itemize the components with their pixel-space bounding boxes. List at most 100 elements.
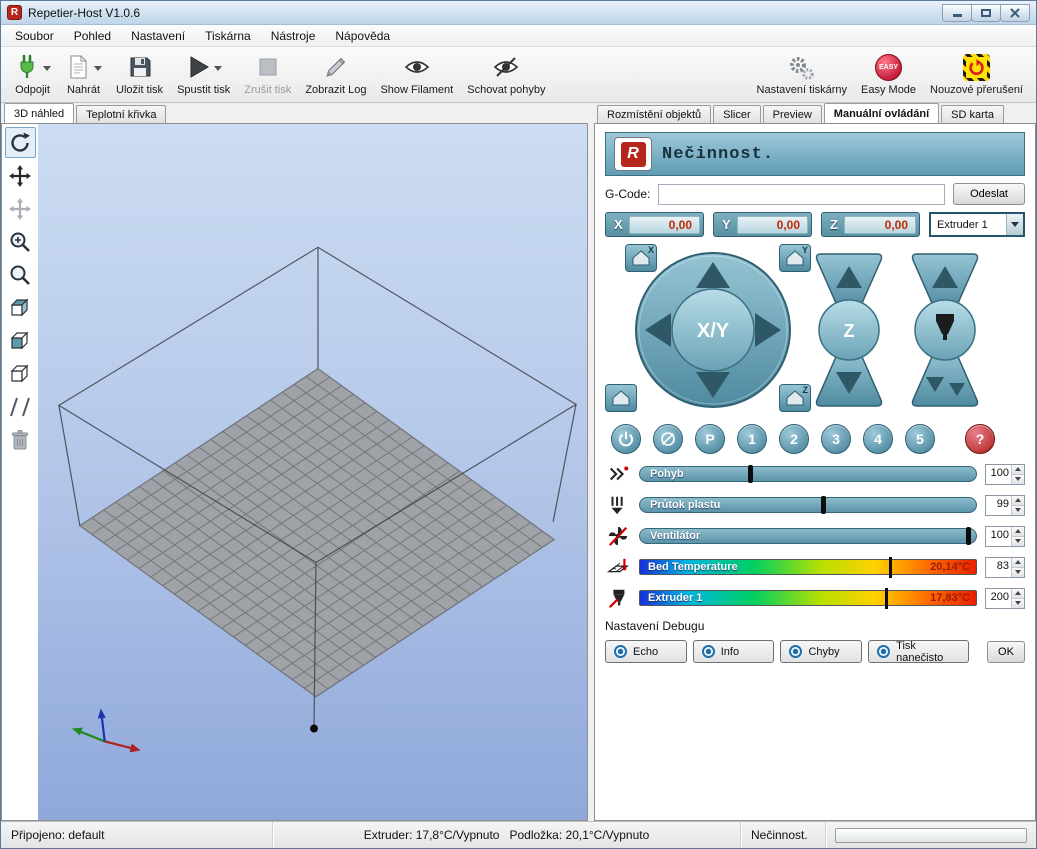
titlebar[interactable]: R Repetier-Host V1.0.6	[1, 1, 1036, 25]
menu-soubor[interactable]: Soubor	[5, 26, 64, 46]
flow-slider[interactable]: Průtok plastu	[639, 497, 977, 513]
emergency-stop-button[interactable]: Nouzové přerušení	[923, 49, 1030, 100]
x-position-value: 0,00	[629, 216, 700, 234]
progress-bar	[835, 828, 1027, 843]
fan-slider[interactable]: Ventilátor	[639, 528, 977, 544]
toolbar-label: Nahrát	[67, 84, 100, 96]
debug-errors-button[interactable]: Chyby	[780, 640, 862, 663]
help-button[interactable]: ?	[965, 424, 995, 454]
tab-manualni-ovladani[interactable]: Manuální ovládání	[824, 103, 939, 123]
send-button[interactable]: Odeslat	[953, 183, 1025, 205]
minimize-button[interactable]	[942, 4, 972, 22]
flow-spinner[interactable]: 99	[985, 495, 1025, 516]
quick-button-5[interactable]: 5	[905, 424, 935, 454]
close-button[interactable]	[1000, 4, 1030, 22]
parallel-projection-button[interactable]	[5, 391, 36, 422]
slider-thumb[interactable]	[821, 496, 826, 514]
maximize-button[interactable]	[971, 4, 1001, 22]
show-filament-button[interactable]: Show Filament	[373, 49, 460, 100]
spin-down[interactable]	[1012, 475, 1024, 484]
bed-temp-bar[interactable]: Bed Temperature 20,14°C	[639, 559, 977, 575]
easy-mode-button[interactable]: EASY Easy Mode	[854, 49, 923, 100]
extruder-temp-spinner[interactable]: 200	[985, 588, 1025, 609]
printer-settings-button[interactable]: Nastavení tiskárny	[750, 49, 854, 100]
spin-down[interactable]	[1012, 537, 1024, 546]
debug-ok-button[interactable]: OK	[987, 641, 1025, 663]
slider-thumb[interactable]	[748, 465, 753, 483]
3d-viewport[interactable]	[38, 124, 587, 820]
spin-up[interactable]	[1012, 465, 1024, 475]
quick-button-2[interactable]: 2	[779, 424, 809, 454]
park-button[interactable]: P	[695, 424, 725, 454]
chevron-down-icon[interactable]	[1006, 214, 1023, 235]
bed-temp-row: Bed Temperature 20,14°C 83	[605, 555, 1025, 579]
fan-toggle-button[interactable]	[653, 424, 683, 454]
menu-tiskarna[interactable]: Tiskárna	[195, 26, 261, 46]
power-button[interactable]	[611, 424, 641, 454]
radio-icon	[877, 645, 890, 658]
zoom-in-button[interactable]	[5, 226, 36, 257]
menubar: Soubor Pohled Nastavení Tiskárna Nástroj…	[1, 25, 1036, 47]
top-view-button[interactable]	[5, 358, 36, 389]
disconnect-button[interactable]: Odpojit	[7, 49, 58, 100]
temperature-status: Extruder: 17,8°C/Vypnuto Podložka: 20,1°…	[364, 828, 650, 842]
gcode-input[interactable]	[658, 184, 945, 205]
front-view-button[interactable]	[5, 325, 36, 356]
spin-up[interactable]	[1012, 496, 1024, 506]
main-toolbar: Odpojit Nahrát Uložit tisk Spustit tisk	[1, 47, 1036, 103]
plug-icon	[14, 54, 40, 80]
tab-teplotni-krivka[interactable]: Teplotní křivka	[76, 105, 166, 123]
temp-marker[interactable]	[889, 557, 892, 578]
move-viewpoint-button[interactable]	[5, 193, 36, 224]
tab-rozmisteni-objektu[interactable]: Rozmístění objektů	[597, 105, 711, 123]
chevron-down-icon[interactable]	[214, 66, 222, 71]
tab-sd-karta[interactable]: SD karta	[941, 105, 1004, 123]
menu-napoveda[interactable]: Nápověda	[325, 26, 400, 46]
tab-preview[interactable]: Preview	[763, 105, 822, 123]
save-print-button[interactable]: Uložit tisk	[109, 49, 170, 100]
fan-spinner[interactable]: 100	[985, 526, 1025, 547]
quick-button-1[interactable]: 1	[737, 424, 767, 454]
start-print-button[interactable]: Spustit tisk	[170, 49, 237, 100]
extruder-pad[interactable]	[909, 250, 981, 410]
isometric-view-button[interactable]	[5, 292, 36, 323]
debug-echo-button[interactable]: Echo	[605, 640, 687, 663]
spin-down[interactable]	[1012, 568, 1024, 577]
quick-button-4[interactable]: 4	[863, 424, 893, 454]
rotate-icon	[8, 131, 32, 155]
xy-pad[interactable]: X/Y	[633, 250, 793, 410]
slider-thumb[interactable]	[966, 527, 971, 545]
chevron-down-icon[interactable]	[43, 66, 51, 71]
extruder-select[interactable]: Extruder 1	[929, 212, 1025, 237]
temp-marker[interactable]	[885, 588, 888, 609]
spin-up[interactable]	[1012, 589, 1024, 599]
quick-button-3[interactable]: 3	[821, 424, 851, 454]
spin-up[interactable]	[1012, 527, 1024, 537]
gears-icon	[788, 54, 815, 81]
extruder-temp-bar[interactable]: Extruder 1 17,83°C	[639, 590, 977, 606]
delete-object-button[interactable]	[5, 424, 36, 455]
hide-travel-button[interactable]: Schovat pohyby	[460, 49, 552, 100]
tab-slicer[interactable]: Slicer	[713, 105, 761, 123]
tab-3d-nahled[interactable]: 3D náhled	[4, 103, 74, 123]
easy-mode-icon: EASY	[875, 54, 902, 81]
rotate-view-button[interactable]	[5, 127, 36, 158]
move-object-button[interactable]	[5, 160, 36, 191]
z-pad[interactable]: Z	[813, 250, 885, 410]
zoom-fit-button[interactable]	[5, 259, 36, 290]
show-log-button[interactable]: Zobrazit Log	[298, 49, 373, 100]
menu-pohled[interactable]: Pohled	[64, 26, 121, 46]
debug-info-button[interactable]: Info	[693, 640, 775, 663]
bed-temp-spinner[interactable]: 83	[985, 557, 1025, 578]
menu-nastroje[interactable]: Nástroje	[261, 26, 326, 46]
load-button[interactable]: Nahrát	[58, 49, 109, 100]
speed-slider[interactable]: Pohyb	[639, 466, 977, 482]
spin-up[interactable]	[1012, 558, 1024, 568]
stop-icon	[255, 54, 281, 80]
menu-nastaveni[interactable]: Nastavení	[121, 26, 195, 46]
spin-down[interactable]	[1012, 506, 1024, 515]
spin-down[interactable]	[1012, 599, 1024, 608]
debug-dryrun-button[interactable]: Tisk nanečisto	[868, 640, 969, 663]
speed-spinner[interactable]: 100	[985, 464, 1025, 485]
chevron-down-icon[interactable]	[94, 66, 102, 71]
